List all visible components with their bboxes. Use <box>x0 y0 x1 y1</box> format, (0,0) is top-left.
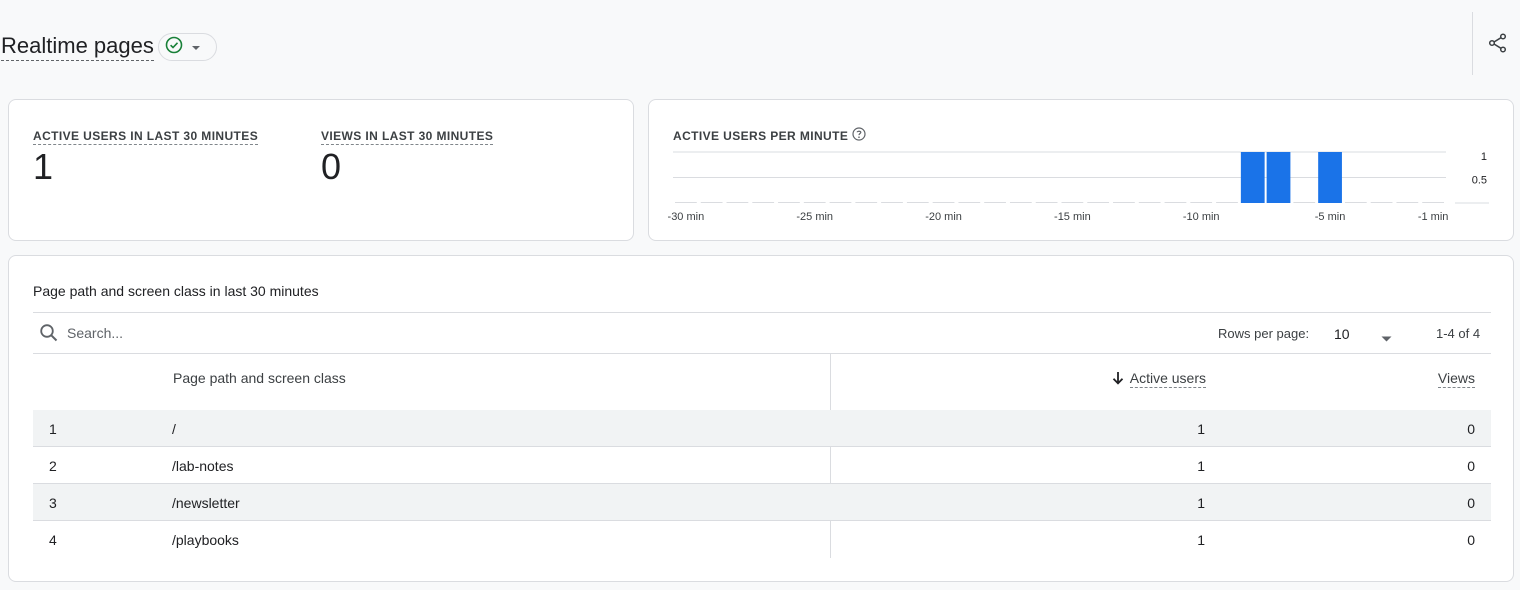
chevron-down-icon <box>191 38 201 56</box>
row-active-users: 1 <box>1197 495 1205 511</box>
active-users-metric: ACTIVE USERS IN LAST 30 MINUTES 1 <box>33 127 259 187</box>
header-divider <box>1472 12 1473 75</box>
bar <box>778 202 800 203</box>
active-users-label[interactable]: ACTIVE USERS IN LAST 30 MINUTES <box>33 129 259 145</box>
bar <box>1240 152 1265 203</box>
row-page-path: /newsletter <box>172 495 240 511</box>
views-label[interactable]: VIEWS IN LAST 30 MINUTES <box>321 129 494 145</box>
row-index: 2 <box>49 458 57 474</box>
bar <box>1190 202 1213 203</box>
search-icon <box>39 323 59 343</box>
bar <box>1266 152 1291 203</box>
row-active-users: 1 <box>1197 421 1205 437</box>
bar <box>1164 202 1187 203</box>
row-page-path: / <box>172 421 176 437</box>
table-row[interactable]: 3 /newsletter 1 0 <box>33 484 1491 521</box>
row-page-path: /lab-notes <box>172 458 234 474</box>
active-users-per-minute-card: ACTIVE USERS PER MINUTE -30 min -25 min -2… <box>648 99 1514 241</box>
pagination-text: 1-4 of 4 <box>1436 326 1481 341</box>
bar <box>984 202 1006 203</box>
bar <box>675 202 697 203</box>
row-views: 0 <box>1467 421 1475 437</box>
table-row[interactable]: 4 /playbooks 1 0 <box>33 521 1491 558</box>
bar <box>958 202 981 203</box>
check-circle-icon <box>165 36 183 59</box>
bar <box>1035 202 1058 203</box>
row-active-users: 1 <box>1197 458 1205 474</box>
x-tick-label: -10 min <box>1183 211 1220 223</box>
bar <box>829 202 852 203</box>
row-views: 0 <box>1467 458 1475 474</box>
row-active-users: 1 <box>1197 532 1205 548</box>
bar <box>752 202 775 203</box>
caret-down-icon <box>1381 329 1392 347</box>
views-value: 0 <box>321 146 342 187</box>
bar <box>1113 202 1135 203</box>
bar <box>1087 202 1110 203</box>
share-button[interactable] <box>1486 32 1510 59</box>
y-tick-label: 1 <box>1481 151 1487 163</box>
bar <box>700 202 723 203</box>
active-users-chart: -30 min -25 min -20 min -15 min -10 min -5 mi… <box>668 151 1489 223</box>
bar <box>881 202 903 203</box>
row-page-path: /playbooks <box>172 532 239 548</box>
page-header: Realtime pages <box>0 0 1520 92</box>
row-views: 0 <box>1467 532 1475 548</box>
column-header-views[interactable]: Views <box>1437 370 1475 388</box>
bar <box>1318 152 1342 203</box>
bar <box>1422 202 1444 203</box>
views-metric: VIEWS IN LAST 30 MINUTES 0 <box>321 127 494 187</box>
search-input[interactable] <box>67 321 667 345</box>
page-title[interactable]: Realtime pages <box>1 32 154 61</box>
x-tick-label: -15 min <box>1054 211 1091 223</box>
bar <box>1344 202 1367 203</box>
bar <box>932 202 955 203</box>
x-tick-label: -20 min <box>925 211 962 223</box>
table-body: 1 / 1 0 2 /lab-notes 1 0 3 /newsletter 1… <box>33 410 1491 558</box>
table-toolbar: Rows per page: 10 1-4 of 4 <box>33 312 1491 354</box>
rows-per-page-select[interactable]: 10 <box>1333 321 1397 347</box>
row-index: 3 <box>49 495 57 511</box>
bar <box>726 202 749 203</box>
bar <box>1009 202 1032 203</box>
x-tick-label: -30 min <box>668 211 705 223</box>
x-tick-label: -1 min <box>1418 211 1449 223</box>
table-title: Page path and screen class in last 30 mi… <box>33 283 319 299</box>
active-users-header-label: Active users <box>1129 370 1206 388</box>
bar <box>1061 202 1084 203</box>
x-tick-label: -25 min <box>796 211 833 223</box>
bar <box>906 202 929 203</box>
pages-table-card: Page path and screen class in last 30 mi… <box>8 255 1514 582</box>
bar <box>855 202 878 203</box>
share-icon <box>1487 32 1509 59</box>
x-tick-label: -5 min <box>1315 211 1346 223</box>
sort-arrow-down-icon <box>1112 371 1124 388</box>
table-row[interactable]: 2 /lab-notes 1 0 <box>33 447 1491 484</box>
bar <box>1216 202 1238 203</box>
summary-card: ACTIVE USERS IN LAST 30 MINUTES 1 VIEWS … <box>8 99 634 241</box>
bar <box>1396 202 1419 203</box>
bar <box>803 202 826 203</box>
bar <box>1138 202 1161 203</box>
row-index: 4 <box>49 532 57 548</box>
table-row[interactable]: 1 / 1 0 <box>33 410 1491 447</box>
row-views: 0 <box>1467 495 1475 511</box>
rows-per-page-value: 10 <box>1334 326 1350 342</box>
row-index: 1 <box>49 421 57 437</box>
views-header-label: Views <box>1437 370 1475 388</box>
table-header: Page path and screen class Active users … <box>33 354 1491 410</box>
rows-per-page-label: Rows per page: <box>1218 326 1310 341</box>
status-chip[interactable] <box>158 33 217 61</box>
bar <box>1293 202 1316 203</box>
y-tick-label: 0.5 <box>1472 175 1487 187</box>
column-header-page-path[interactable]: Page path and screen class <box>173 370 346 386</box>
bar <box>1370 202 1393 203</box>
active-users-value: 1 <box>33 146 54 187</box>
column-header-active-users[interactable]: Active users <box>1112 370 1206 388</box>
